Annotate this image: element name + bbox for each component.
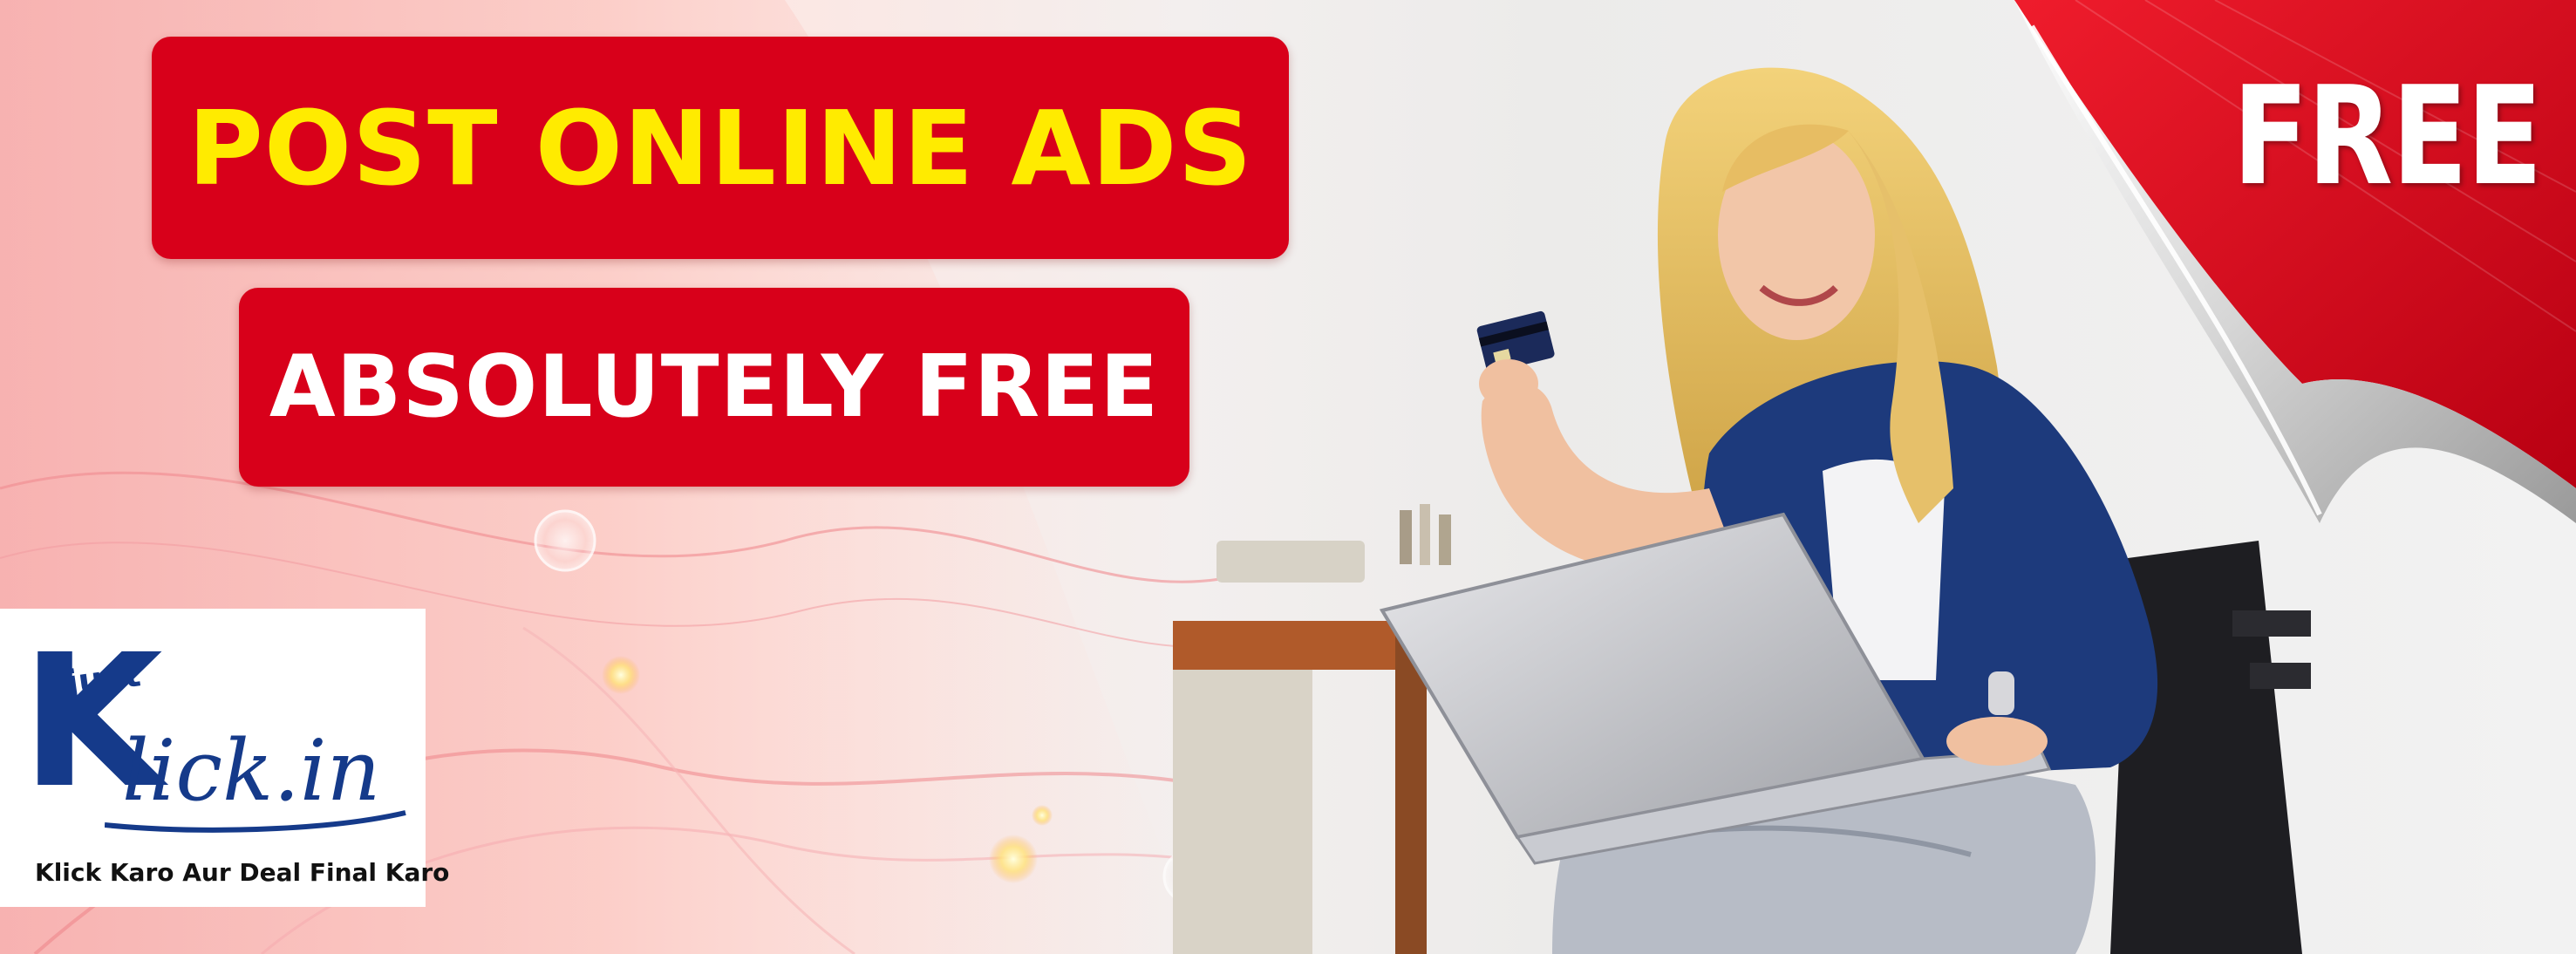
- logo-wordmark: lick.in: [122, 722, 381, 820]
- brand-logo[interactable]: just K lick.in Klick Karo Aur Deal Final…: [0, 609, 449, 907]
- logo-tagline: Klick Karo Aur Deal Final Karo: [35, 858, 450, 887]
- headline-secondary-text: ABSOLUTELY FREE: [269, 337, 1160, 437]
- corner-free-badge: FREE: [2232, 57, 2543, 215]
- headline-primary-text: POST ONLINE ADS: [187, 87, 1253, 208]
- headline-pill-secondary[interactable]: ABSOLUTELY FREE: [239, 288, 1189, 487]
- ad-banner[interactable]: POST ONLINE ADS ABSOLUTELY FREE FREE jus…: [0, 0, 2576, 954]
- logo-swoosh-icon: [105, 810, 406, 833]
- headline-pill-primary[interactable]: POST ONLINE ADS: [152, 37, 1289, 259]
